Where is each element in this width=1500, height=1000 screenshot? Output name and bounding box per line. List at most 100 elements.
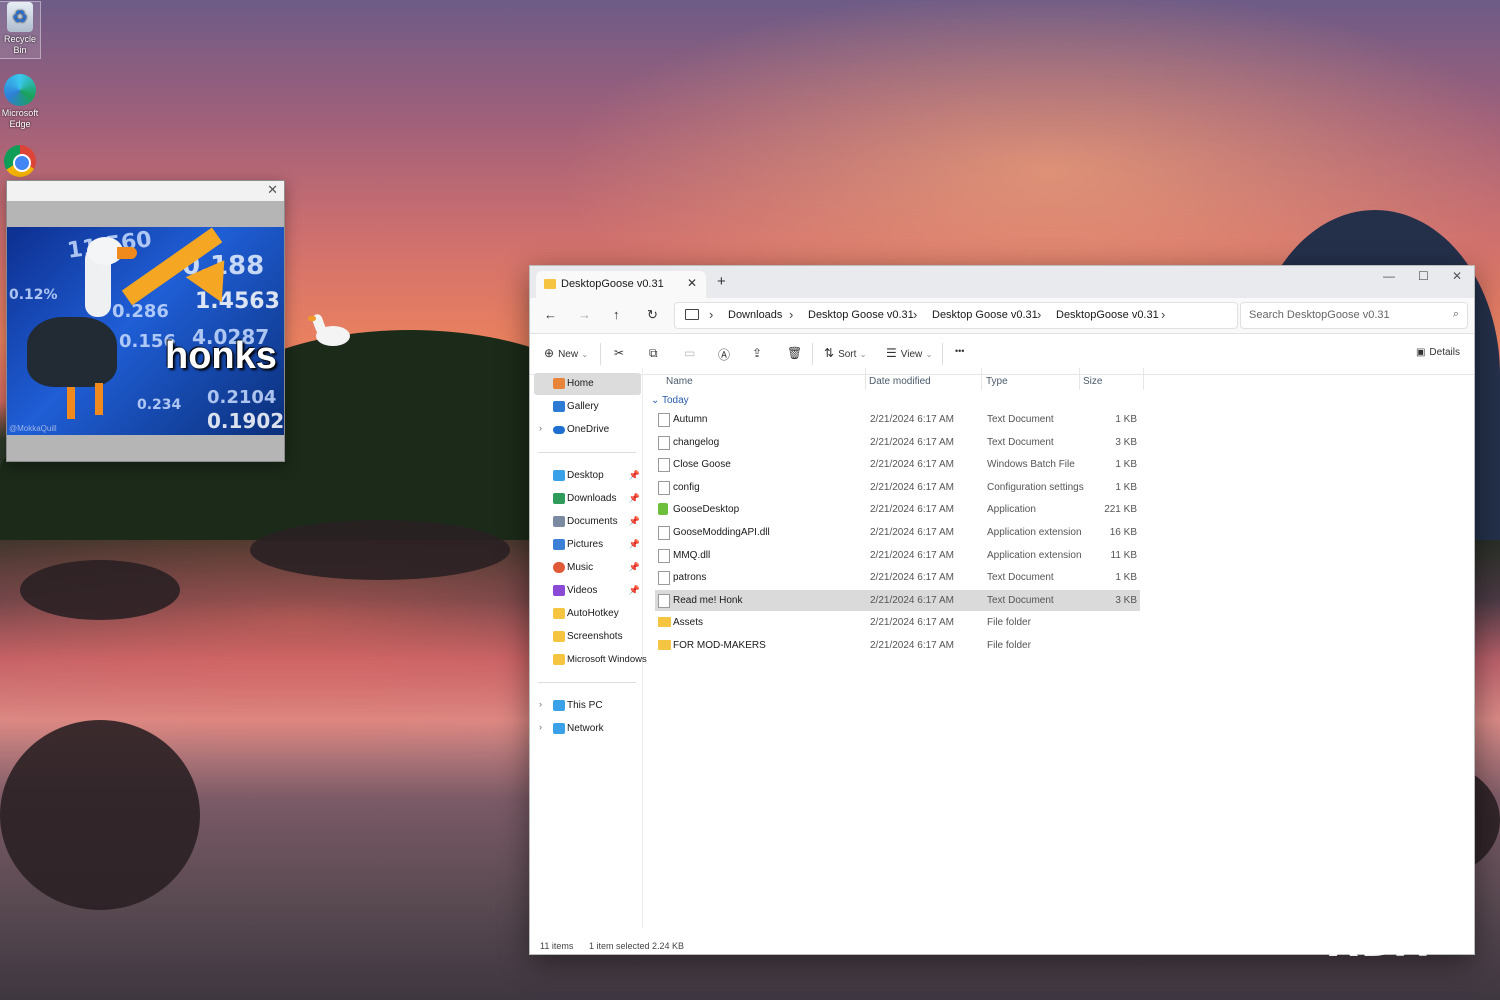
group-label: Today [661,395,689,406]
rename-icon[interactable]: Ⓐ [718,346,730,363]
table-row[interactable]: Assets 2/21/2024 6:17 AM File folder [655,612,1140,633]
column-header-date[interactable]: Date modified [869,376,931,387]
table-row[interactable]: Autumn 2/21/2024 6:17 AM Text Document 1 KB [655,409,1140,430]
desktop-icon-recycle-bin[interactable]: ♻ Recycle Bin [0,1,41,59]
sidebar-item-desktop[interactable]: Desktop 📌 [530,465,642,487]
sidebar-item-onedrive[interactable]: › OneDrive [530,419,642,441]
sidebar-item-pictures[interactable]: Pictures 📌 [530,534,642,556]
copy-icon[interactable]: ⧉ [649,346,658,361]
document-icon [658,435,670,450]
table-row[interactable]: GooseDesktop 2/21/2024 6:17 AM Application… [655,499,1140,520]
group-header-today[interactable]: ⌄ Today [651,395,689,406]
column-header-size[interactable]: Size [1083,376,1102,387]
table-row[interactable]: FOR MOD-MAKERS 2/21/2024 6:17 AM File fold… [655,635,1140,656]
file-size: 221 KB [1104,504,1137,516]
file-name: GooseDesktop [673,504,740,516]
sort-button[interactable]: ⇅ Sort ⌄ [824,346,866,360]
tab-desktopgoose[interactable]: DesktopGoose v0.31 ✕ [536,271,706,298]
details-pane-button[interactable]: ▣ Details [1416,347,1460,358]
forward-button[interactable]: → [578,307,591,322]
file-type: File folder [987,640,1031,651]
close-icon[interactable]: ✕ [267,182,278,198]
sidebar-item-network[interactable]: › Network [530,718,642,740]
file-name: patrons [673,572,707,584]
paste-icon[interactable]: ▭ [684,346,695,360]
column-divider [1143,368,1144,390]
documents-icon [553,516,565,527]
table-row[interactable]: patrons 2/21/2024 6:17 AM Text Document 1 K… [655,567,1140,588]
table-row[interactable]: Read me! Honk 2/21/2024 6:17 AM Text Docum… [655,589,1140,611]
cloud-icon [553,426,565,434]
search-input[interactable]: Search DesktopGoose v0.31 ⌕ [1240,302,1468,329]
pin-icon: 📌 [628,585,640,595]
sidebar-item-autohotkey[interactable]: AutoHotkey [530,603,642,625]
sidebar-item-home[interactable]: Home [534,373,641,395]
file-name: Close Goose [673,459,731,471]
pin-icon: 📌 [628,516,640,526]
file-type: Text Document [987,414,1054,425]
table-row[interactable]: changelog 2/21/2024 6:17 AM Text Document 3… [655,432,1140,453]
sidebar-item-documents[interactable]: Documents 📌 [530,511,642,533]
new-button[interactable]: ⊕ New ⌄ [544,346,588,360]
breadcrumb-item[interactable]: Downloads [728,309,782,321]
details-label: Details [1429,347,1460,358]
breadcrumb[interactable]: › Downloads › Desktop Goose v0.31 › Desk… [674,302,1238,329]
sidebar-item-label: Desktop [567,470,604,481]
document-icon [658,413,670,427]
sidebar-item-videos[interactable]: Videos 📌 [530,580,642,602]
column-header-name[interactable]: Name [666,376,693,387]
file-type: Text Document [987,436,1054,448]
breadcrumb-item[interactable]: Desktop Goose v0.31 [808,309,914,321]
chevron-right-icon[interactable]: › [539,699,542,709]
pin-icon: 📌 [628,470,640,480]
close-window-button[interactable]: ✕ [1452,269,1462,283]
column-header-type[interactable]: Type [986,376,1008,387]
breadcrumb-item[interactable]: Desktop Goose v0.31 [932,309,1038,321]
maximize-button[interactable]: ☐ [1418,269,1429,283]
desktop-icon [553,470,565,481]
sidebar-item-label: This PC [567,700,603,711]
up-button[interactable]: ↑ [613,307,620,322]
chrome-icon [4,145,36,177]
sidebar-item-microsoft-windows[interactable]: Microsoft Windows [530,649,647,671]
view-label: View [900,349,923,360]
file-type: Text Document [987,594,1054,606]
chevron-right-icon[interactable]: › [539,722,542,732]
table-row[interactable]: GooseModdingAPI.dll 2/21/2024 6:17 AM Appl… [655,522,1140,543]
file-type: Application extension [987,527,1082,538]
new-tab-button[interactable]: + [717,273,726,290]
table-row[interactable]: MMQ.dll 2/21/2024 6:17 AM Application exte… [655,545,1140,566]
sidebar-item-music[interactable]: Music 📌 [530,557,642,579]
meme-titlebar[interactable]: ✕ [7,181,284,201]
sidebar-item-this-pc[interactable]: › This PC [530,695,642,717]
goose-illustration [117,247,137,259]
document-icon [658,548,670,563]
share-icon[interactable]: ⇪ [752,346,762,360]
view-button[interactable]: ☰ View ⌄ [886,346,932,360]
folder-icon [544,279,556,289]
desktop-icon-chrome[interactable] [0,145,40,179]
file-date: 2/21/2024 6:17 AM [870,436,954,448]
desktop-icon-edge[interactable]: Microsoft Edge [0,74,40,130]
desktop-goose[interactable] [308,312,352,348]
meme-popup-window[interactable]: ✕ 11.560 0.188 1.4563 0.12% 0.286 4.0287… [6,180,285,462]
close-icon[interactable]: ✕ [687,276,697,290]
more-options-button[interactable]: ••• [955,346,964,356]
breadcrumb-item[interactable]: DesktopGoose v0.31 [1056,309,1159,321]
pin-icon: 📌 [628,539,640,549]
cut-icon[interactable]: ✂ [614,346,624,360]
this-pc-icon [553,700,565,711]
chevron-right-icon[interactable]: › [539,423,542,433]
back-button[interactable]: ← [544,307,557,322]
sidebar-item-screenshots[interactable]: Screenshots [530,626,642,648]
background-rock [250,520,510,580]
file-explorer-window[interactable]: DesktopGoose v0.31 ✕ + — ☐ ✕ ← → ↑ ↻ › D… [529,265,1475,955]
refresh-button[interactable]: ↻ [647,307,658,323]
sidebar-item-label: Screenshots [567,631,623,642]
delete-icon[interactable]: 🗑 [787,346,802,360]
sidebar-item-gallery[interactable]: Gallery [530,396,642,418]
table-row[interactable]: Close Goose 2/21/2024 6:17 AM Windows Batc… [655,454,1140,475]
sidebar-item-downloads[interactable]: Downloads 📌 [530,488,642,510]
table-row[interactable]: config 2/21/2024 6:17 AM Configuration set… [655,477,1140,498]
minimize-button[interactable]: — [1383,269,1395,283]
